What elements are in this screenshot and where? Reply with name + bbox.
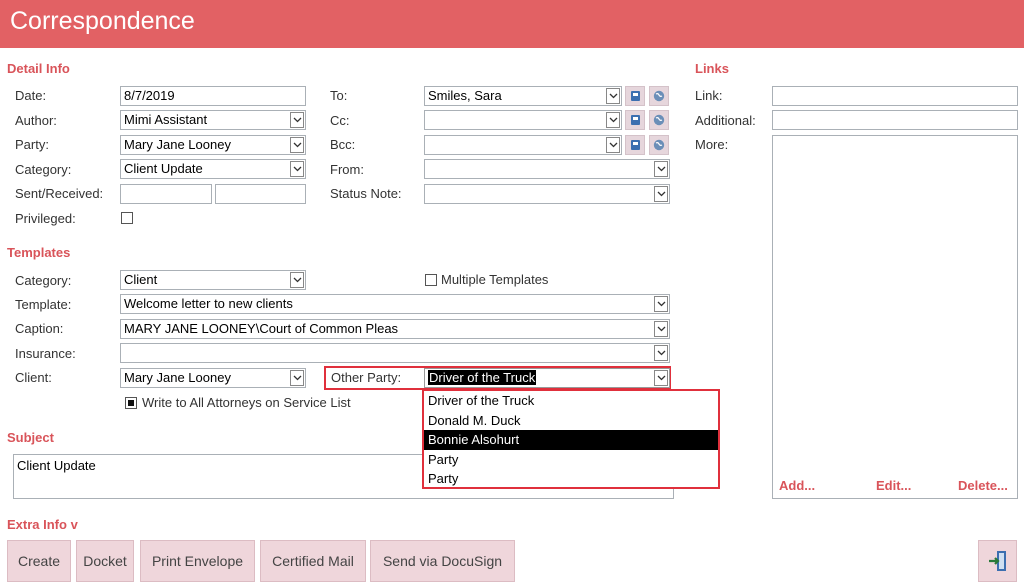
client-label: Client: xyxy=(15,370,52,385)
extra-info-toggle[interactable]: Extra Info v xyxy=(7,517,78,532)
insurance-label: Insurance: xyxy=(15,346,76,361)
app-title: Correspondence xyxy=(10,7,195,35)
chevron-down-icon[interactable] xyxy=(606,112,620,128)
detail-info-heading: Detail Info xyxy=(7,61,70,76)
client-value: Mary Jane Looney xyxy=(124,370,231,385)
more-label: More: xyxy=(695,137,729,152)
additional-label: Additional: xyxy=(695,113,756,128)
template-category-label: Category: xyxy=(15,273,72,288)
category-label: Category: xyxy=(15,162,72,177)
cc-select[interactable] xyxy=(424,110,622,130)
other-party-label: Other Party: xyxy=(331,370,402,385)
write-all-attorneys-label: Write to All Attorneys on Service List xyxy=(142,395,351,410)
more-links-list[interactable] xyxy=(772,135,1018,499)
additional-field[interactable] xyxy=(772,110,1018,130)
sent-received-label: Sent/Received: xyxy=(15,186,104,201)
to-value: Smiles, Sara xyxy=(428,88,502,103)
date-label: Date: xyxy=(15,88,47,103)
chevron-down-icon[interactable] xyxy=(654,321,668,337)
title-bar: Correspondence xyxy=(0,0,1024,48)
from-select[interactable] xyxy=(424,159,670,179)
template-category-value: Client xyxy=(124,272,158,287)
received-field[interactable] xyxy=(215,184,306,204)
other-party-option[interactable]: Donald M. Duck xyxy=(424,411,718,431)
link-label: Link: xyxy=(695,88,723,103)
address-book-icon[interactable] xyxy=(625,110,645,130)
address-book-icon[interactable] xyxy=(625,135,645,155)
other-party-value: Driver of the Truck xyxy=(428,370,537,385)
party-select[interactable]: Mary Jane Looney xyxy=(120,135,306,155)
multiple-templates-label: Multiple Templates xyxy=(441,272,549,287)
certified-mail-button[interactable]: Certified Mail xyxy=(260,540,366,582)
delete-link-button[interactable]: Delete... xyxy=(958,478,1008,493)
date-field[interactable]: 8/7/2019 xyxy=(120,86,306,106)
write-all-attorneys-checkbox[interactable] xyxy=(125,397,137,409)
globe-icon[interactable] xyxy=(649,110,669,130)
send-docusign-button[interactable]: Send via DocuSign xyxy=(370,540,515,582)
status-note-label: Status Note: xyxy=(330,186,402,201)
chevron-down-icon[interactable] xyxy=(290,161,304,177)
link-field[interactable] xyxy=(772,86,1018,106)
other-party-option[interactable]: Bonnie Alsohurt xyxy=(424,430,718,450)
party-label: Party: xyxy=(15,137,49,152)
privileged-checkbox[interactable] xyxy=(121,212,133,224)
chevron-down-icon[interactable] xyxy=(654,296,668,312)
cc-label: Cc: xyxy=(330,113,350,128)
chevron-down-icon[interactable] xyxy=(606,137,620,153)
print-envelope-button[interactable]: Print Envelope xyxy=(140,540,255,582)
exit-button[interactable] xyxy=(978,540,1017,582)
globe-icon[interactable] xyxy=(649,86,669,106)
add-link-button[interactable]: Add... xyxy=(779,478,815,493)
caption-label: Caption: xyxy=(15,321,64,336)
insurance-select[interactable] xyxy=(120,343,670,363)
template-value: Welcome letter to new clients xyxy=(124,296,293,311)
subject-heading: Subject xyxy=(7,430,54,445)
other-party-select[interactable]: Driver of the Truck xyxy=(424,368,670,388)
other-party-option[interactable]: Party xyxy=(424,469,718,489)
template-label: Template: xyxy=(15,297,72,312)
category-select[interactable]: Client Update xyxy=(120,159,306,179)
sent-field[interactable] xyxy=(120,184,212,204)
templates-heading: Templates xyxy=(7,245,71,260)
multiple-templates-checkbox[interactable] xyxy=(425,274,437,286)
chevron-down-icon[interactable] xyxy=(654,345,668,361)
address-book-icon[interactable] xyxy=(625,86,645,106)
privileged-label: Privileged: xyxy=(15,211,76,226)
caption-value: MARY JANE LOONEY\Court of Common Pleas xyxy=(124,321,399,336)
author-label: Author: xyxy=(15,113,57,128)
bcc-label: Bcc: xyxy=(330,137,356,152)
chevron-down-icon[interactable] xyxy=(654,370,668,386)
edit-link-button[interactable]: Edit... xyxy=(876,478,911,493)
chevron-down-icon[interactable] xyxy=(290,370,304,386)
bcc-select[interactable] xyxy=(424,135,622,155)
chevron-down-icon[interactable] xyxy=(290,112,304,128)
globe-icon[interactable] xyxy=(649,135,669,155)
to-select[interactable]: Smiles, Sara xyxy=(424,86,622,106)
other-party-option[interactable]: Party xyxy=(424,450,718,470)
from-label: From: xyxy=(330,162,364,177)
other-party-dropdown-list: Driver of the Truck Donald M. Duck Bonni… xyxy=(422,389,720,489)
links-heading: Links xyxy=(695,61,729,76)
template-select[interactable]: Welcome letter to new clients xyxy=(120,294,670,314)
client-select[interactable]: Mary Jane Looney xyxy=(120,368,306,388)
chevron-down-icon[interactable] xyxy=(290,137,304,153)
status-note-select[interactable] xyxy=(424,184,670,204)
docket-button[interactable]: Docket xyxy=(76,540,134,582)
other-party-option[interactable]: Driver of the Truck xyxy=(424,391,718,411)
exit-icon xyxy=(988,551,1006,571)
create-button[interactable]: Create xyxy=(7,540,71,582)
caption-select[interactable]: MARY JANE LOONEY\Court of Common Pleas xyxy=(120,319,670,339)
to-label: To: xyxy=(330,88,348,103)
author-select[interactable]: Mimi Assistant xyxy=(120,110,306,130)
author-value: Mimi Assistant xyxy=(124,112,208,127)
category-value: Client Update xyxy=(124,161,203,176)
template-category-select[interactable]: Client xyxy=(120,270,306,290)
chevron-down-icon[interactable] xyxy=(290,272,304,288)
party-value: Mary Jane Looney xyxy=(124,137,231,152)
chevron-down-icon[interactable] xyxy=(654,161,668,177)
chevron-down-icon[interactable] xyxy=(654,186,668,202)
chevron-down-icon[interactable] xyxy=(606,88,620,104)
